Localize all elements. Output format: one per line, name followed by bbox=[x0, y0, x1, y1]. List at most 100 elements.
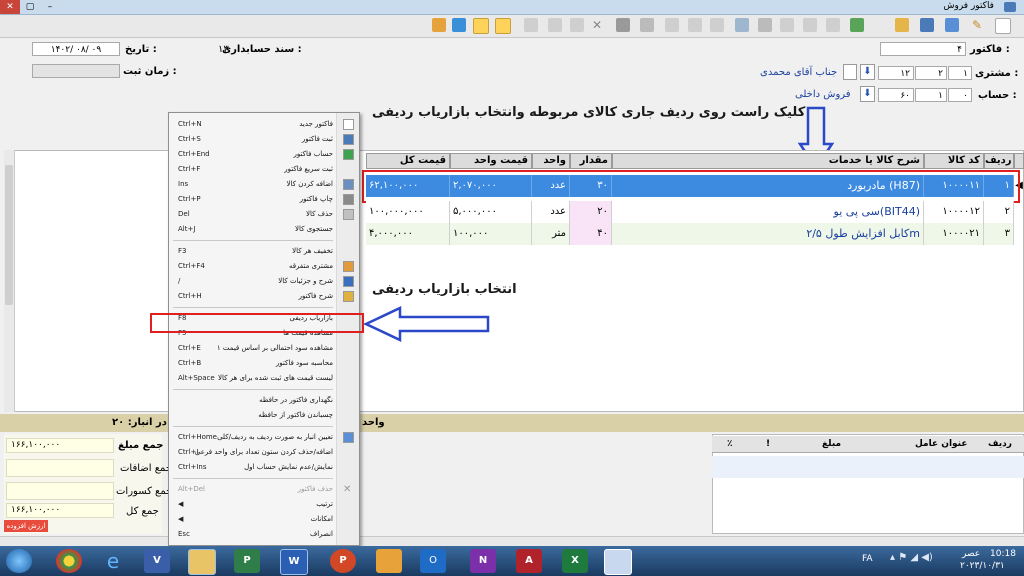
context-menu-item[interactable]: / شرح و جزئیات کالا bbox=[169, 274, 359, 289]
tool-icon[interactable] bbox=[452, 18, 466, 32]
tool-icon[interactable] bbox=[688, 18, 702, 32]
context-menu-item[interactable]: Ctrl+B محاسبه سود فاکتور bbox=[169, 356, 359, 371]
maximize-window-button[interactable]: ▢ bbox=[20, 0, 40, 14]
account-code-2[interactable]: ۱ bbox=[915, 88, 947, 102]
tool-icon[interactable] bbox=[570, 18, 584, 32]
vat-button[interactable]: ارزش افزوده bbox=[4, 520, 48, 532]
col-header-price[interactable]: قیمت واحد bbox=[450, 153, 532, 169]
context-menu-item[interactable]: Del حذف کالا bbox=[169, 207, 359, 222]
menu-item-label: اضافه/حذف کردن ستون تعداد برای واحد فرعی bbox=[194, 448, 333, 456]
tool-icon[interactable] bbox=[850, 18, 864, 32]
tool-icon[interactable] bbox=[780, 18, 794, 32]
tool-icon[interactable] bbox=[665, 18, 679, 32]
account-lookup-button[interactable]: ⬇ bbox=[860, 86, 875, 102]
new-doc-icon bbox=[343, 119, 354, 130]
cancel-icon[interactable]: ✕ bbox=[590, 18, 604, 32]
context-menu-item[interactable]: Ins اضافه کردن کالا bbox=[169, 177, 359, 192]
tool-icon[interactable] bbox=[895, 18, 909, 32]
open-folder-icon[interactable] bbox=[473, 18, 489, 34]
print-icon[interactable] bbox=[616, 18, 630, 32]
powerpoint-icon[interactable]: P bbox=[330, 549, 356, 573]
context-menu-item[interactable]: Alt+J جستجوی کالا bbox=[169, 222, 359, 237]
table-row[interactable]: ۳ ۱۰۰۰۰۲۱ کابل افزایش طول ۲/۵m ۴۰ متر ۱۰… bbox=[366, 223, 1014, 245]
col-header-code[interactable]: کد کالا bbox=[924, 153, 984, 169]
customer-code-3[interactable]: ۱۲ bbox=[878, 66, 914, 80]
tool-icon[interactable] bbox=[735, 18, 749, 32]
context-menu-item[interactable]: چسباندن فاکتور از حافظه bbox=[169, 408, 359, 423]
context-menu-item[interactable]: Ctrl+E مشاهده سود احتمالی بر اساس قیمت ۱ bbox=[169, 341, 359, 356]
accounting-app-icon[interactable] bbox=[604, 549, 632, 575]
deductions-field[interactable] bbox=[6, 482, 114, 500]
col-header-desc[interactable]: شرح کالا یا خدمات bbox=[612, 153, 924, 169]
invoice-number-field[interactable]: ۴ bbox=[880, 42, 966, 56]
context-menu-item[interactable]: Alt+Space لیست قیمت های ثبت شده برای هر ک… bbox=[169, 371, 359, 386]
submenu-arrow-icon: ◀ bbox=[178, 500, 184, 508]
tool-icon[interactable] bbox=[640, 18, 654, 32]
context-menu-item[interactable]: Ctrl+Home تعیین انبار به صورت ردیف به ردی… bbox=[169, 430, 359, 445]
sum-field: ۱۶۶,۱۰۰,۰۰۰ bbox=[6, 438, 114, 453]
edit-icon[interactable]: ✎ bbox=[970, 18, 984, 32]
tool-icon[interactable] bbox=[432, 18, 446, 32]
excel-icon[interactable]: X bbox=[562, 549, 588, 573]
context-menu-item[interactable]: Ctrl+I اضافه/حذف کردن ستون تعداد برای واح… bbox=[169, 445, 359, 460]
context-menu-item[interactable]: ◀ ترتیب bbox=[169, 497, 359, 512]
context-menu-item[interactable]: Ctrl+Ins نمایش/عدم نمایش حساب اول bbox=[169, 460, 359, 475]
context-menu-item[interactable]: Ctrl+N فاکتور جدید bbox=[169, 117, 359, 132]
context-menu-item[interactable]: Esc انصراف bbox=[169, 527, 359, 542]
horizontal-scrollbar[interactable] bbox=[0, 536, 1024, 546]
col-header-row[interactable]: ردیف bbox=[984, 153, 1014, 169]
col-header-unit[interactable]: واحد bbox=[532, 153, 570, 169]
account-code-1[interactable]: ۰ bbox=[948, 88, 972, 102]
context-menu-item[interactable]: Ctrl+F ثبت سریع فاکتور bbox=[169, 162, 359, 177]
project-icon[interactable]: P bbox=[234, 549, 260, 573]
account-code-3[interactable]: ۶۰ bbox=[878, 88, 914, 102]
grid-scrollbar-thumb[interactable] bbox=[5, 165, 13, 305]
chrome-icon[interactable] bbox=[56, 549, 82, 573]
visio-icon[interactable]: V bbox=[144, 549, 170, 573]
context-menu-item[interactable]: ◀ امکانات bbox=[169, 512, 359, 527]
table-row[interactable]: ۲ ۱۰۰۰۰۱۲ سی پی یو(BIT44) ۲۰ عدد ۵,۰۰۰,۰… bbox=[366, 201, 1014, 223]
additions-field[interactable] bbox=[6, 459, 114, 477]
start-button-icon[interactable] bbox=[6, 549, 32, 573]
tray-icons[interactable]: ▴ ⚑ ◢ ◀) bbox=[890, 552, 950, 568]
folder-icon[interactable] bbox=[495, 18, 511, 34]
context-menu-item[interactable]: Ctrl+End حساب فاکتور bbox=[169, 147, 359, 162]
customer-lookup-button[interactable]: ⬇ bbox=[860, 64, 875, 80]
tool-icon[interactable] bbox=[826, 18, 840, 32]
customer-code-1[interactable]: ۱ bbox=[948, 66, 972, 80]
ie-icon[interactable]: e bbox=[100, 549, 126, 573]
save-icon[interactable] bbox=[945, 18, 959, 32]
clock-time[interactable]: 10:18 bbox=[990, 549, 1016, 559]
context-menu-item[interactable]: Ctrl+S ثبت فاکتور bbox=[169, 132, 359, 147]
minimize-window-button[interactable]: – bbox=[40, 0, 60, 14]
explorer-icon[interactable] bbox=[188, 549, 216, 575]
photo-icon[interactable] bbox=[376, 549, 402, 573]
context-menu-item[interactable]: Ctrl+F4 مشتری متفرقه bbox=[169, 259, 359, 274]
access-icon[interactable]: A bbox=[516, 549, 542, 573]
word-icon[interactable]: W bbox=[280, 549, 308, 575]
context-menu-item[interactable]: Alt+Del حذف فاکتور ✕ bbox=[169, 482, 359, 497]
context-menu-item[interactable]: نگهداری فاکتور در حافظه bbox=[169, 393, 359, 408]
outlook-icon[interactable]: O bbox=[420, 549, 446, 573]
date-field[interactable]: ۱۴۰۲/ ۰۸/ ۰۹ bbox=[32, 42, 120, 56]
language-indicator[interactable]: FA bbox=[862, 554, 873, 564]
onenote-icon[interactable]: N bbox=[470, 549, 496, 573]
customer-code-2[interactable]: ۲ bbox=[915, 66, 947, 80]
context-menu-item[interactable]: F3 تخفیف هر کالا bbox=[169, 244, 359, 259]
tool-icon[interactable] bbox=[710, 18, 724, 32]
cell-desc: کابل افزایش طول ۲/۵m bbox=[612, 223, 924, 245]
context-menu-item[interactable]: Ctrl+H شرح فاکتور bbox=[169, 289, 359, 304]
close-window-button[interactable]: ✕ bbox=[0, 0, 20, 14]
tool-icon[interactable] bbox=[524, 18, 538, 32]
tool-icon[interactable] bbox=[920, 18, 934, 32]
factors-row[interactable] bbox=[712, 456, 1024, 478]
new-doc-icon[interactable] bbox=[995, 18, 1011, 34]
context-menu-item[interactable]: Ctrl+P چاپ فاکتور bbox=[169, 192, 359, 207]
tool-icon[interactable] bbox=[548, 18, 562, 32]
clock-date[interactable]: ۲۰۲۳/۱۰/۳۱ bbox=[960, 561, 1005, 571]
customer-doc-icon[interactable] bbox=[843, 64, 857, 80]
tool-icon[interactable] bbox=[803, 18, 817, 32]
col-header-total[interactable]: قیمت کل bbox=[366, 153, 450, 169]
col-header-qty[interactable]: مقدار bbox=[570, 153, 612, 169]
tool-icon[interactable] bbox=[758, 18, 772, 32]
